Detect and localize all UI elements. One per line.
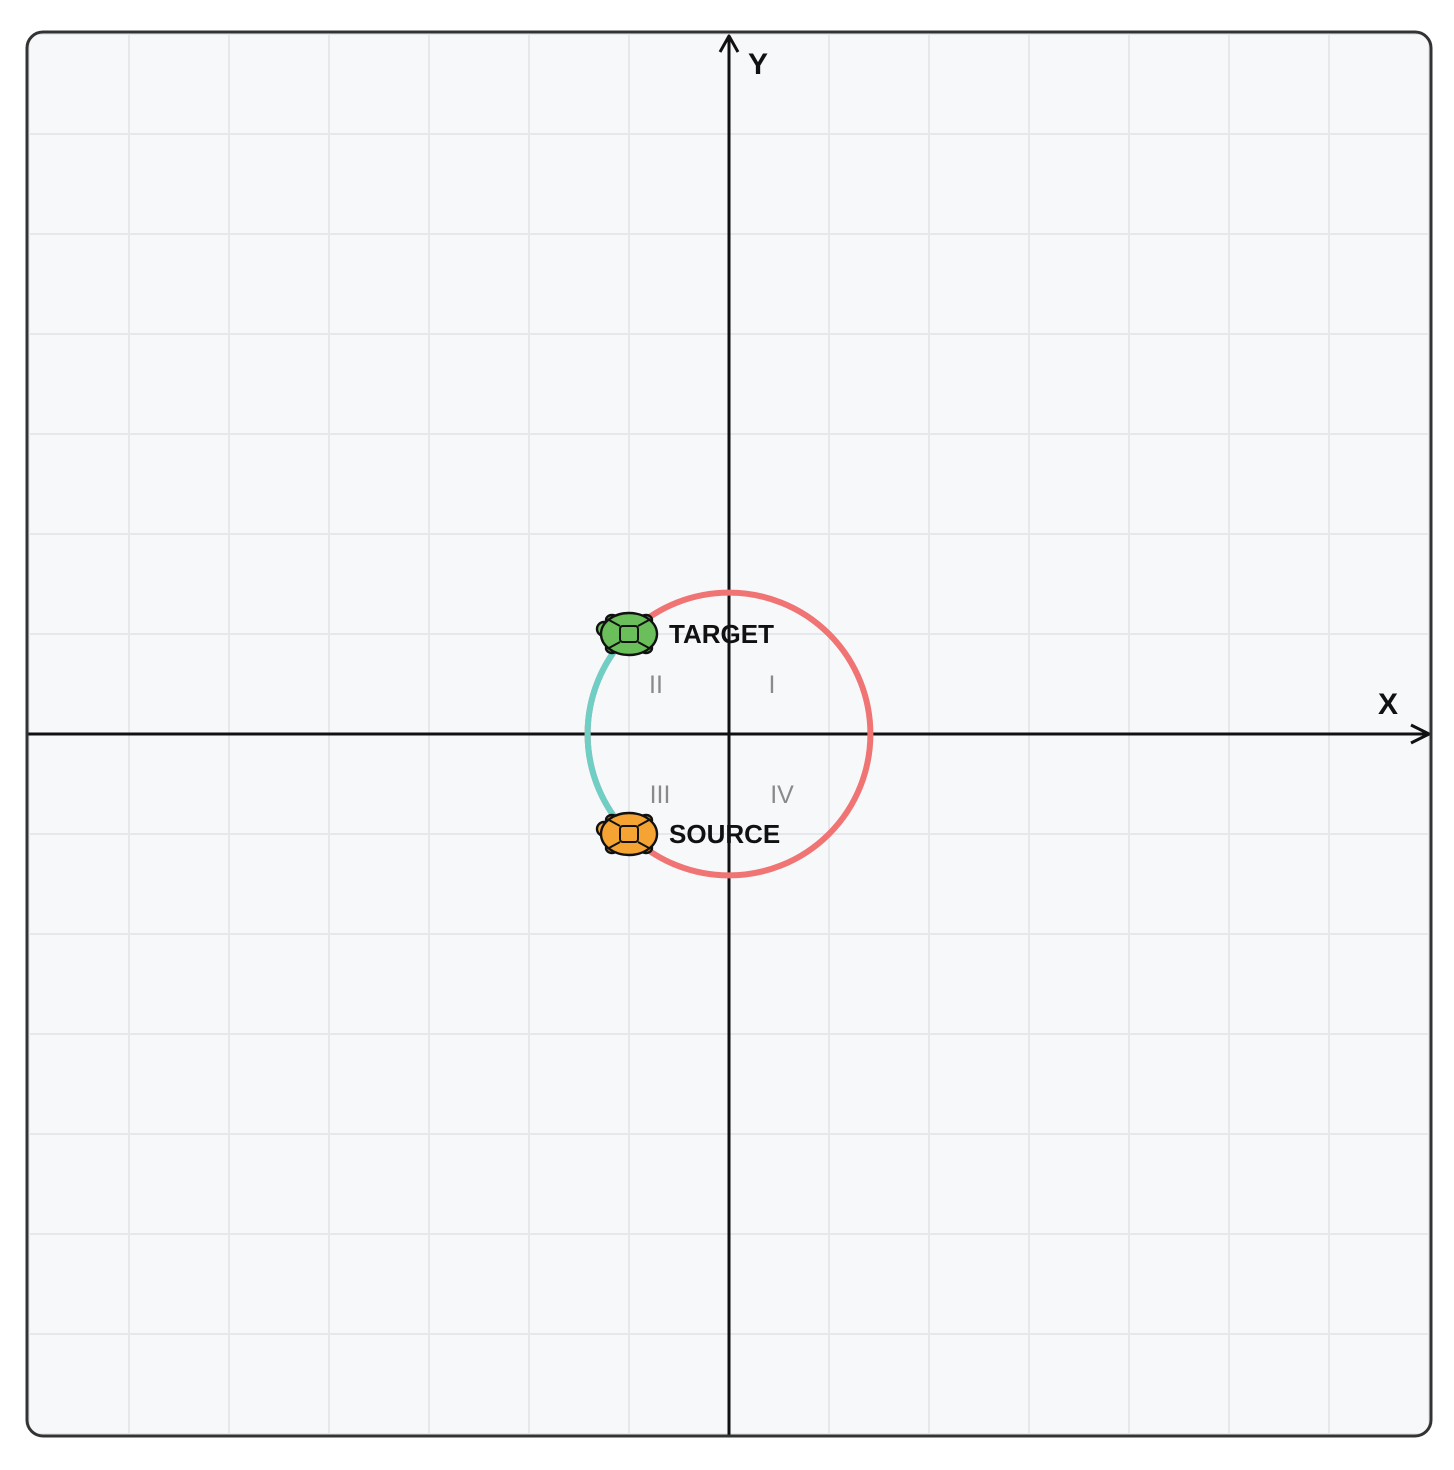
turtle-icon bbox=[595, 611, 659, 657]
y-axis-label: Y bbox=[748, 48, 768, 81]
target-label: TARGET bbox=[669, 619, 774, 649]
turtle-icon bbox=[595, 811, 659, 857]
quadrant-2-label: II bbox=[649, 671, 663, 699]
source-label: SOURCE bbox=[669, 819, 780, 849]
quadrant-1-label: I bbox=[769, 671, 776, 699]
x-axis-label: X bbox=[1378, 688, 1398, 721]
coordinate-plane: X Y I II III IV SOURCE TARGET bbox=[25, 30, 1433, 1438]
quadrant-4-label: IV bbox=[770, 781, 794, 809]
quadrant-3-label: III bbox=[650, 781, 671, 809]
